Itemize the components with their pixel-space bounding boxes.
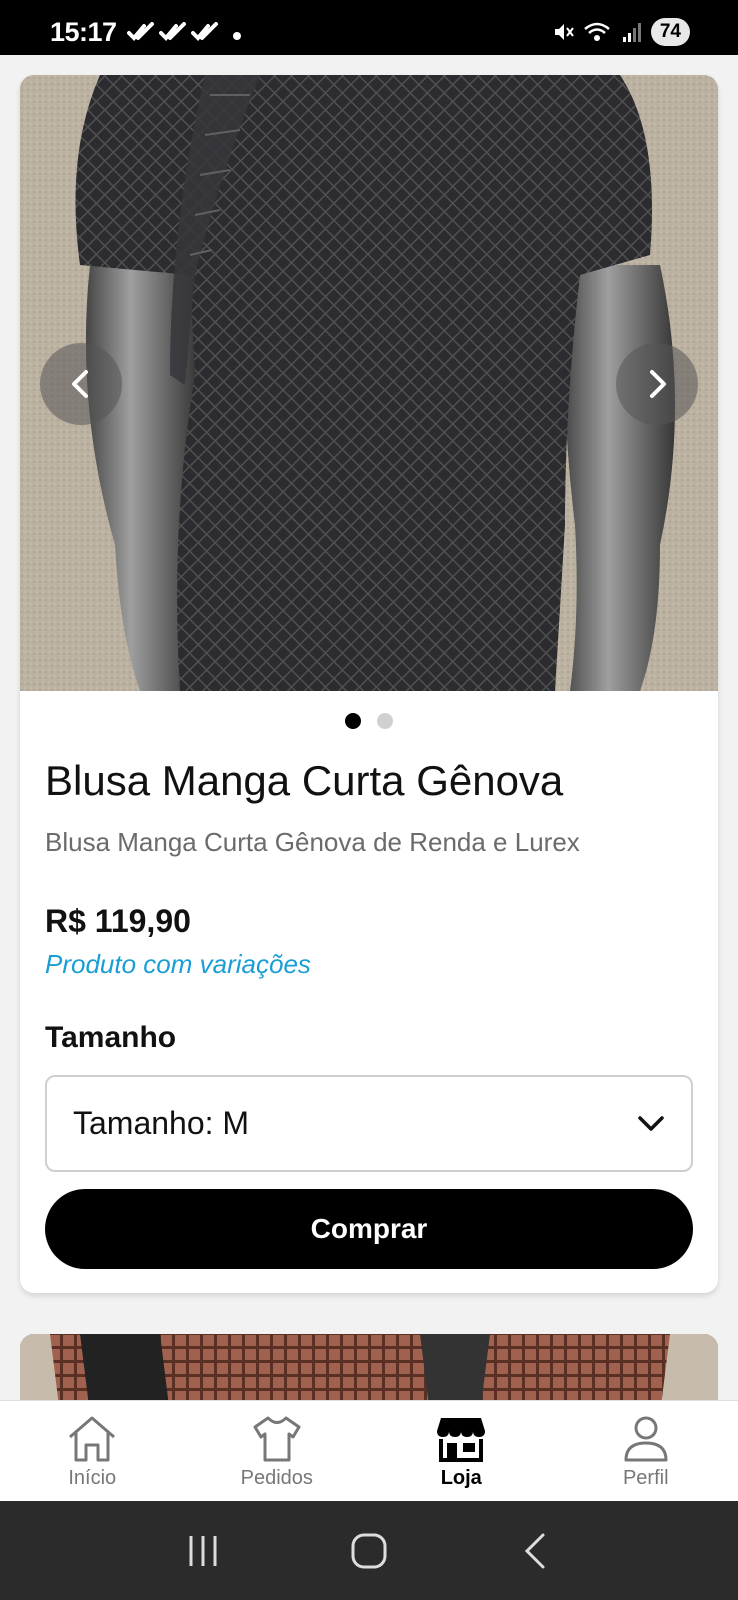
product-title: Blusa Manga Curta Gênova	[45, 757, 564, 804]
tshirt-icon	[253, 1416, 301, 1462]
chevron-down-icon	[638, 1115, 664, 1131]
wifi-icon	[584, 22, 610, 41]
chevron-right-icon	[650, 370, 666, 398]
size-select-value: Tamanho: M	[73, 1105, 250, 1141]
nav-label-loja: Loja	[440, 1467, 482, 1489]
variations-note: Produto com variações	[45, 949, 311, 979]
size-label: Tamanho	[45, 1021, 177, 1054]
back-arrow-icon	[524, 1533, 545, 1568]
carousel-prev-button[interactable]	[40, 343, 122, 425]
person-icon	[624, 1416, 668, 1462]
buy-button[interactable]: Comprar	[45, 1189, 693, 1269]
status-right-icons: 74	[551, 18, 690, 46]
check-double-icon	[191, 22, 218, 41]
nav-label-inicio: Início	[68, 1467, 117, 1489]
carousel-next-button[interactable]	[616, 343, 698, 425]
back-button[interactable]	[505, 1521, 565, 1581]
notification-icons	[127, 22, 219, 42]
notification-dot	[233, 32, 241, 40]
recent-apps-button[interactable]	[173, 1521, 233, 1581]
check-double-icon	[159, 22, 186, 41]
check-double-icon	[127, 22, 154, 41]
product-subtitle: Blusa Manga Curta Gênova de Renda e Lure…	[45, 827, 580, 857]
signal-icon	[622, 23, 641, 42]
carousel-dot[interactable]	[377, 713, 393, 729]
nav-item-pedidos[interactable]: Pedidos	[185, 1401, 370, 1501]
product-image[interactable]	[20, 75, 718, 691]
carousel-dots	[20, 713, 718, 729]
nav-item-loja[interactable]: Loja	[369, 1401, 554, 1501]
bottom-navigation: Início Pedidos Loja Perfil	[0, 1400, 738, 1501]
status-time: 15:17	[50, 17, 117, 47]
home-button[interactable]	[339, 1521, 399, 1581]
nav-item-inicio[interactable]: Início	[0, 1401, 185, 1501]
home-circle-icon	[351, 1533, 387, 1568]
status-bar: 15:17 74	[0, 0, 738, 55]
home-icon	[69, 1416, 116, 1462]
mute-icon	[554, 24, 574, 40]
size-select[interactable]: Tamanho: M	[45, 1075, 693, 1172]
carousel-dot-active[interactable]	[345, 713, 361, 729]
system-navigation-bar	[0, 1501, 738, 1600]
nav-item-perfil[interactable]: Perfil	[554, 1401, 738, 1501]
recent-apps-icon	[189, 1535, 217, 1566]
nav-label-perfil: Perfil	[622, 1467, 669, 1489]
nav-label-pedidos: Pedidos	[240, 1467, 313, 1489]
chevron-left-icon	[72, 370, 88, 398]
battery-icon: 74	[650, 18, 690, 46]
product-price: R$ 119,90	[45, 903, 191, 939]
product-card: Blusa Manga Curta Gênova Blusa Manga Cur…	[20, 75, 718, 1293]
store-icon	[437, 1418, 486, 1462]
product-photo	[20, 75, 718, 691]
